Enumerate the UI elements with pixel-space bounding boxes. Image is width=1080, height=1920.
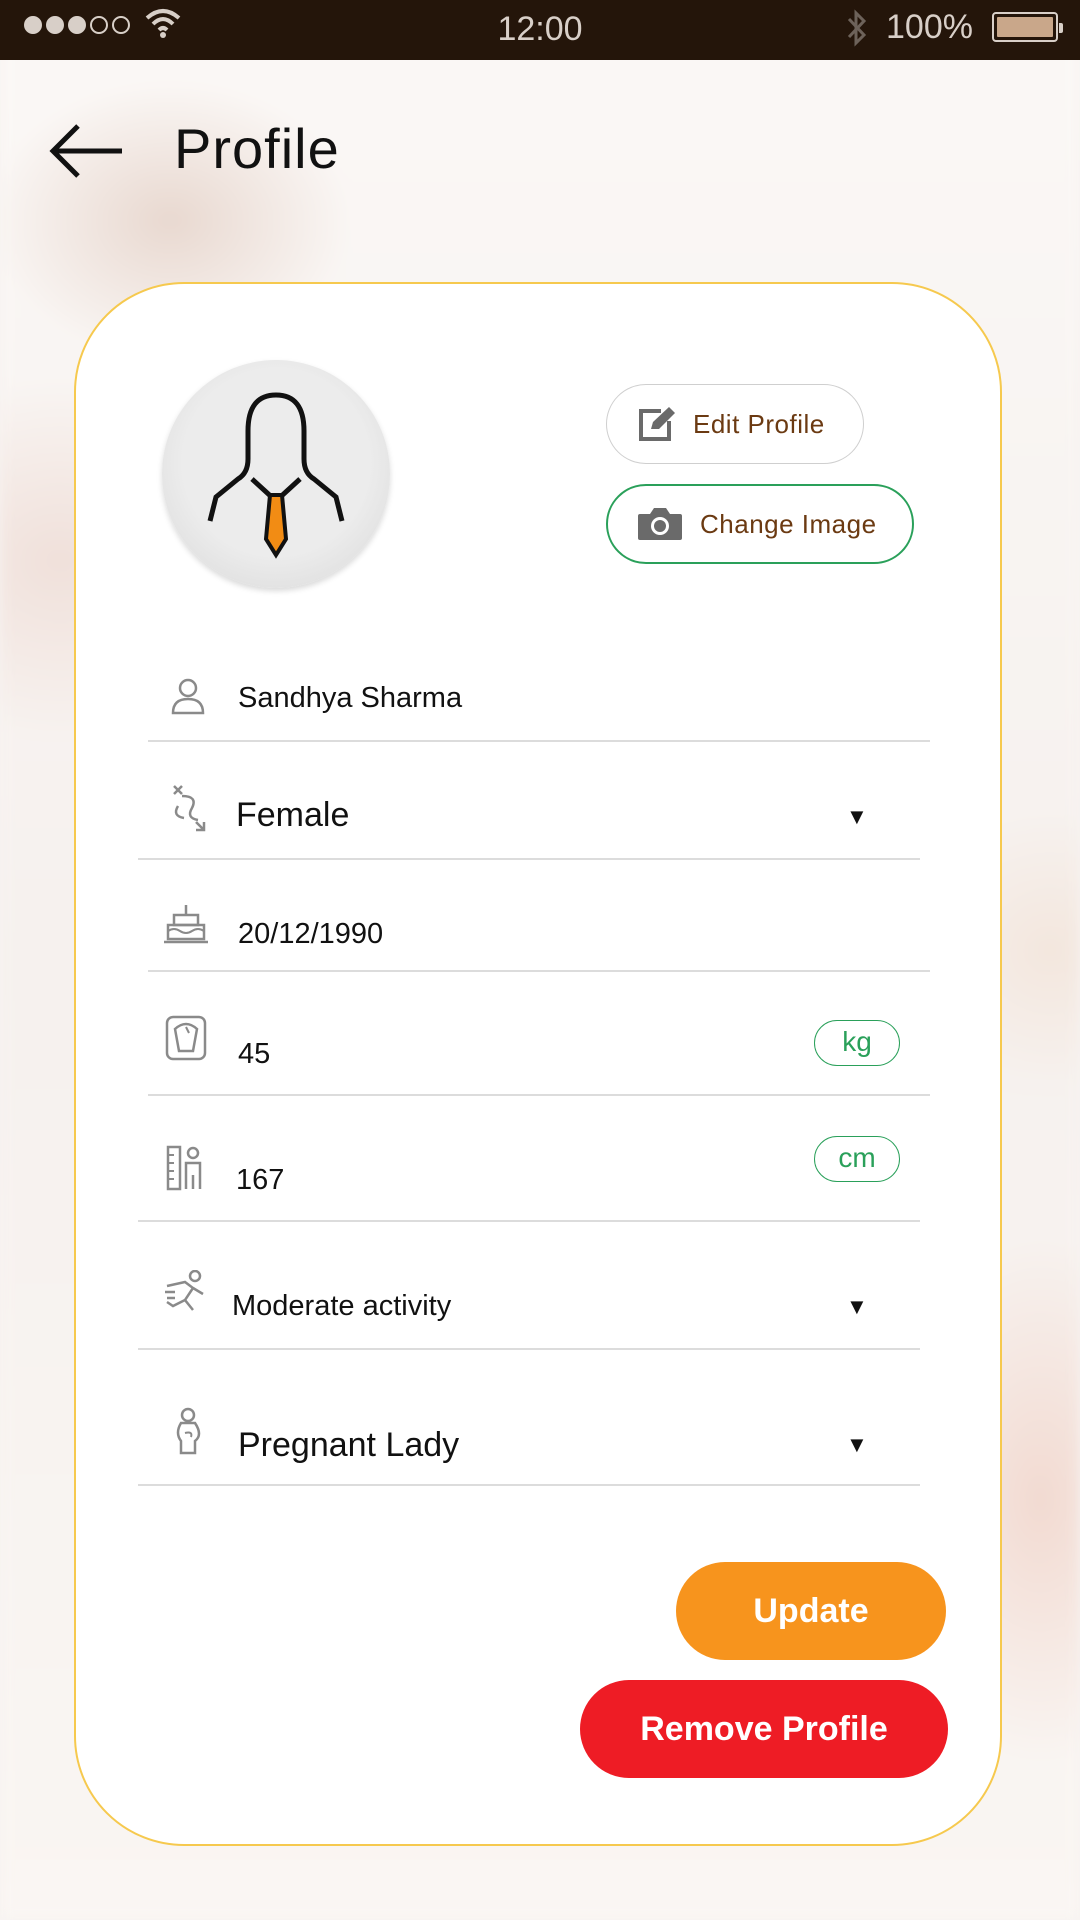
birthday-cake-icon [164, 902, 208, 946]
gender-value: Female [236, 796, 350, 834]
height-value: 167 [236, 1164, 285, 1196]
category-value: Pregnant Lady [238, 1426, 460, 1464]
camera-icon [636, 506, 684, 542]
weight-field[interactable]: 45 kg [148, 984, 930, 1096]
height-field[interactable]: 167 cm [138, 1108, 920, 1222]
weight-value: 45 [238, 1038, 271, 1070]
gender-icon [166, 782, 210, 832]
name-field[interactable]: Sandhya Sharma [148, 652, 930, 742]
user-tie-icon [207, 392, 345, 559]
height-measure-icon [164, 1144, 208, 1192]
pregnant-lady-icon [168, 1406, 208, 1456]
weight-unit-badge: kg [814, 1020, 900, 1066]
remove-profile-button[interactable]: Remove Profile [580, 1680, 948, 1778]
activity-select[interactable]: Moderate activity ▼ [138, 1234, 920, 1350]
dob-value: 20/12/1990 [238, 918, 384, 950]
edit-profile-label: Edit Profile [693, 408, 825, 439]
profile-card: Edit Profile Change Image Sandhya Sharma [74, 282, 1002, 1846]
dob-field[interactable]: 20/12/1990 [148, 874, 930, 972]
battery-icon [992, 12, 1063, 42]
height-unit-badge: cm [814, 1136, 900, 1182]
battery-percent: 100% [886, 8, 973, 46]
change-image-label: Change Image [700, 508, 877, 539]
page-title: Profile [174, 117, 340, 180]
gender-select[interactable]: Female ▼ [138, 754, 920, 860]
dropdown-arrow-icon: ▼ [846, 1432, 868, 1457]
weight-scale-icon [164, 1014, 208, 1062]
name-value: Sandhya Sharma [238, 682, 463, 714]
edit-icon [637, 405, 677, 443]
bluetooth-icon [846, 8, 868, 57]
person-icon [168, 676, 208, 716]
update-button[interactable]: Update [676, 1562, 946, 1660]
change-image-button[interactable]: Change Image [606, 484, 914, 564]
avatar[interactable] [162, 360, 390, 588]
status-bar: 12:00 100% [0, 0, 1080, 60]
back-arrow-icon[interactable] [48, 120, 126, 182]
activity-value: Moderate activity [232, 1290, 452, 1322]
dropdown-arrow-icon: ▼ [846, 1294, 868, 1319]
category-select[interactable]: Pregnant Lady ▼ [138, 1362, 920, 1486]
running-icon [162, 1268, 210, 1316]
dropdown-arrow-icon: ▼ [846, 804, 868, 829]
edit-profile-button[interactable]: Edit Profile [606, 384, 864, 464]
